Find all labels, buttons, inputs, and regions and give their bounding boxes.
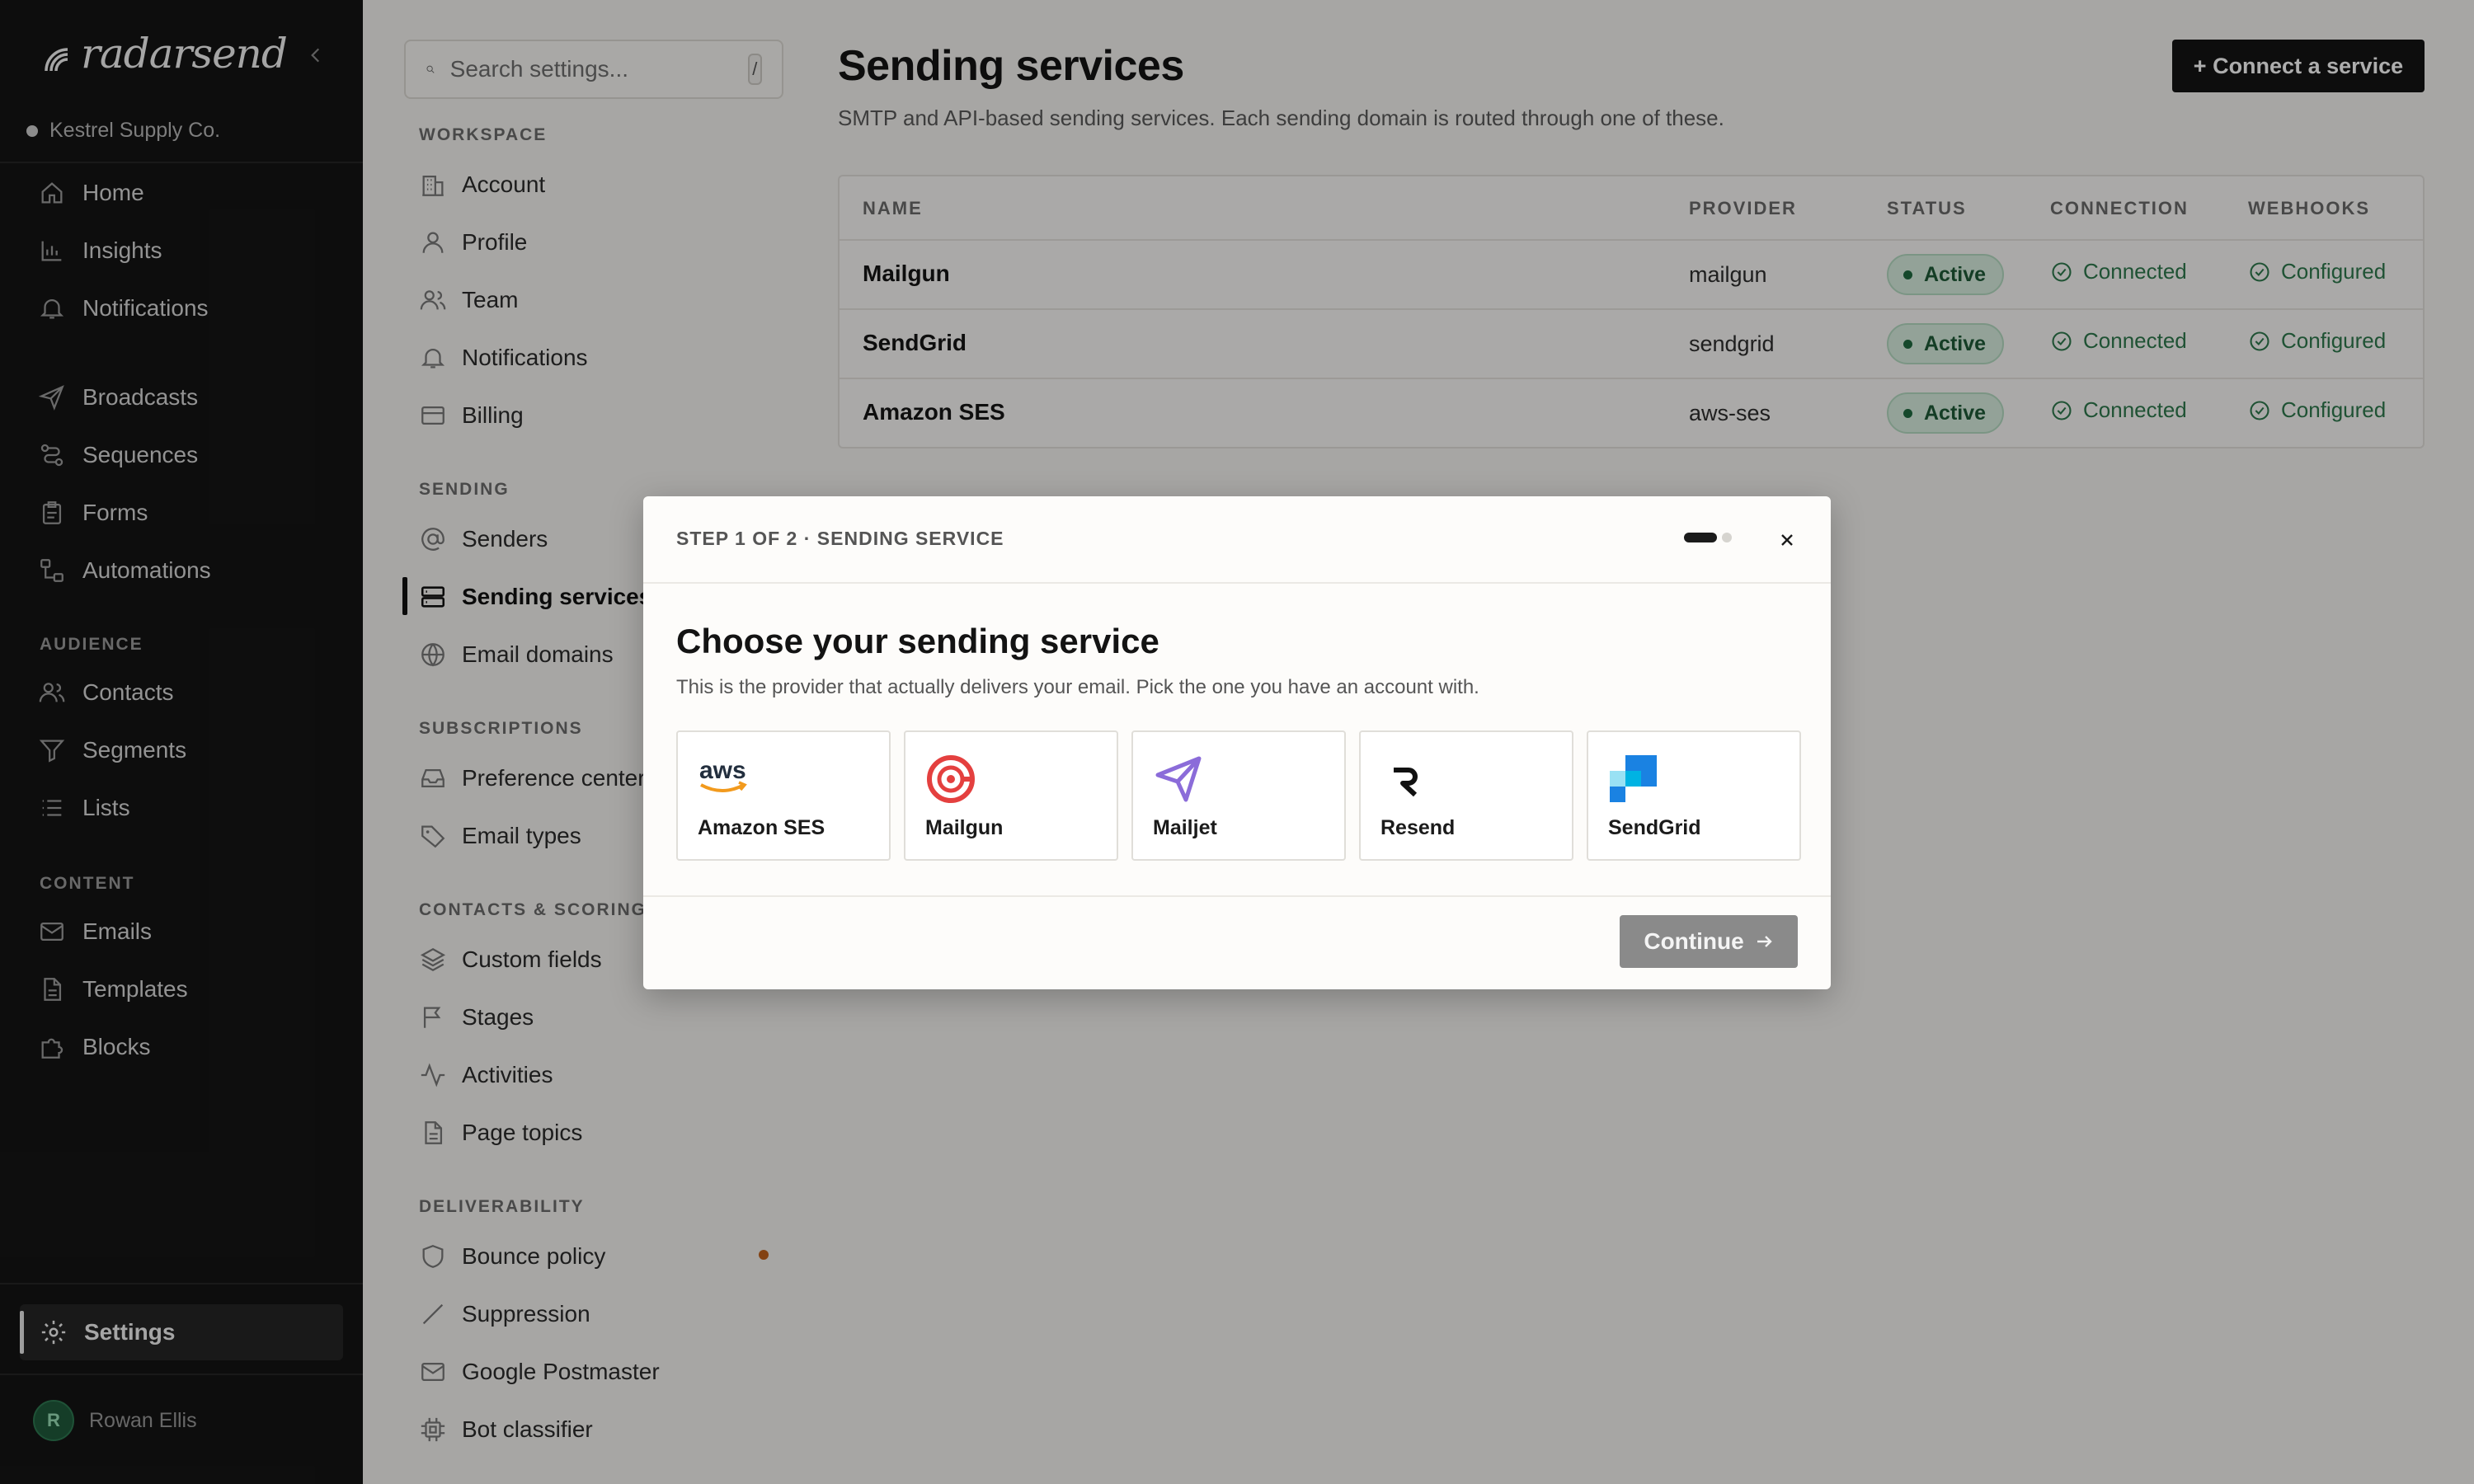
provider-card-amazon-ses[interactable]: aws Amazon SES bbox=[676, 730, 891, 861]
provider-label: Mailgun bbox=[925, 816, 1004, 839]
provider-label: Amazon SES bbox=[698, 816, 825, 839]
modal-divider bbox=[643, 582, 1831, 584]
continue-button[interactable]: Continue bbox=[1620, 915, 1798, 968]
close-icon bbox=[1781, 534, 1793, 546]
progress-step-active bbox=[1684, 533, 1717, 542]
modal-description: This is the provider that actually deliv… bbox=[676, 676, 1479, 698]
provider-options: aws Amazon SES Mailgun Mailjet Resend Se… bbox=[676, 730, 1801, 861]
provider-label: SendGrid bbox=[1608, 816, 1701, 839]
provider-label: Mailjet bbox=[1153, 816, 1217, 839]
modal-divider bbox=[643, 895, 1831, 897]
continue-label: Continue bbox=[1644, 928, 1744, 954]
resend-logo bbox=[1394, 768, 1418, 797]
provider-card-sendgrid[interactable]: SendGrid bbox=[1587, 730, 1801, 861]
mailgun-logo bbox=[927, 755, 975, 803]
aws-logo: aws bbox=[699, 757, 747, 792]
progress-step-inactive bbox=[1722, 533, 1732, 542]
choose-service-modal: STEP 1 OF 2 · SENDING SERVICE Choose you… bbox=[643, 496, 1831, 989]
mailjet-logo bbox=[1155, 756, 1202, 802]
sendgrid-logo bbox=[1610, 755, 1657, 802]
aws-logo-text: aws bbox=[699, 757, 746, 784]
arrow-right-icon bbox=[1757, 936, 1772, 947]
provider-label: Resend bbox=[1380, 816, 1456, 839]
provider-card-mailgun[interactable]: Mailgun bbox=[904, 730, 1118, 861]
provider-card-resend[interactable]: Resend bbox=[1359, 730, 1573, 861]
step-progress bbox=[1684, 533, 1732, 542]
modal-title: Choose your sending service bbox=[676, 622, 1159, 660]
modal-step-label: STEP 1 OF 2 · SENDING SERVICE bbox=[676, 528, 1004, 549]
provider-card-mailjet[interactable]: Mailjet bbox=[1131, 730, 1346, 861]
close-modal-button[interactable] bbox=[1773, 526, 1801, 554]
